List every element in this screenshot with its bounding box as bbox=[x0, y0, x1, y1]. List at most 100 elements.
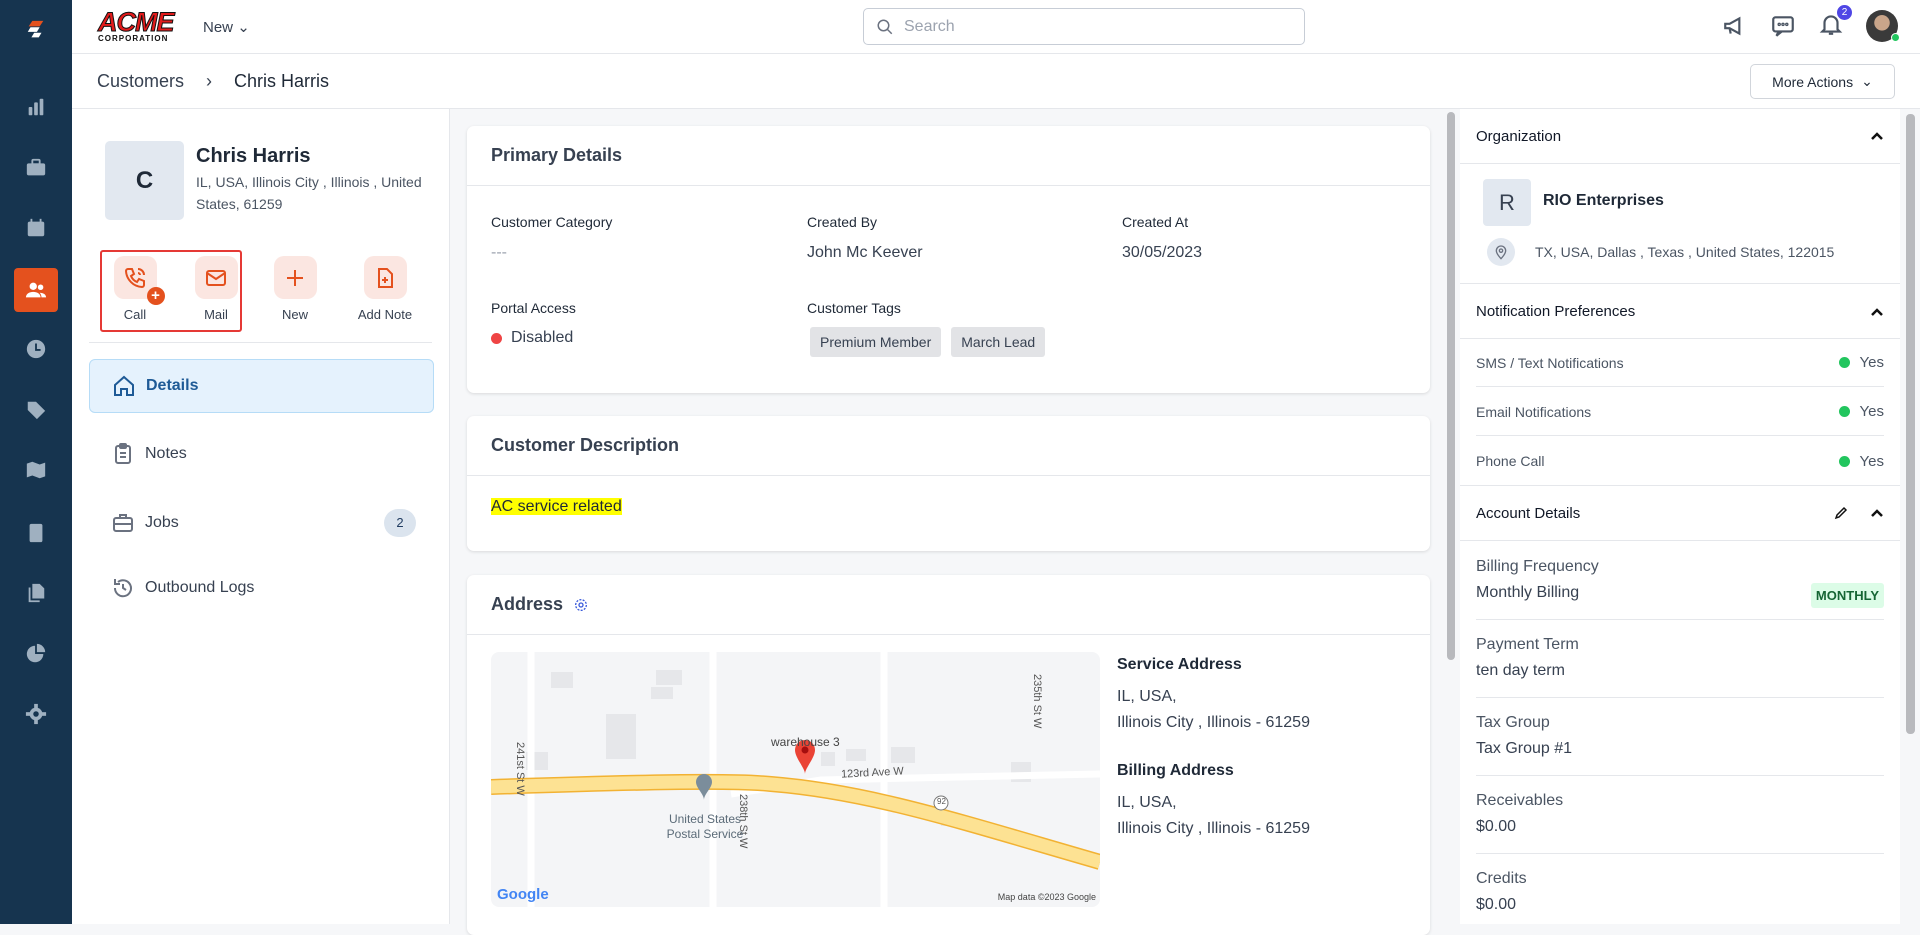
card-title: Primary Details bbox=[467, 126, 1430, 186]
mail-button[interactable]: Mail bbox=[176, 256, 256, 322]
account-label: Billing Frequency bbox=[1476, 558, 1599, 575]
account-label: Payment Term bbox=[1476, 636, 1579, 653]
created-at-value: 30/05/2023 bbox=[1122, 244, 1203, 261]
plus-badge-icon: + bbox=[146, 287, 165, 305]
customers-icon[interactable] bbox=[14, 268, 58, 312]
app-logo-icon[interactable] bbox=[14, 8, 58, 52]
file-plus-icon bbox=[378, 267, 393, 288]
account-label: Credits bbox=[1476, 870, 1527, 887]
breadcrumb-customers[interactable]: Customers bbox=[97, 71, 184, 92]
new-button[interactable]: New bbox=[255, 256, 335, 322]
section-title: Notification Preferences bbox=[1476, 303, 1636, 320]
calendar-icon[interactable] bbox=[14, 206, 58, 250]
card-title: Customer Description bbox=[467, 416, 1430, 476]
settings-gear-icon[interactable] bbox=[14, 692, 58, 736]
mail-label: Mail bbox=[204, 307, 228, 322]
account-value: $0.00 bbox=[1476, 818, 1517, 835]
notification-value: Yes bbox=[1859, 354, 1884, 371]
chevron-right-icon: › bbox=[206, 71, 213, 91]
announcement-megaphone-icon[interactable] bbox=[1722, 13, 1748, 39]
section-title: Account Details bbox=[1476, 504, 1581, 522]
field-label: Customer Category bbox=[491, 214, 613, 230]
account-row: Receivables $0.00 bbox=[1476, 776, 1884, 854]
notification-label: Phone Call bbox=[1476, 453, 1545, 469]
add-note-button[interactable]: Add Note bbox=[345, 256, 425, 322]
chevron-down-icon: ⌄ bbox=[237, 19, 250, 36]
new-label: New bbox=[281, 307, 308, 322]
address-line: Illinois City , Illinois - 61259 bbox=[1117, 820, 1310, 837]
notification-preferences-header[interactable]: Notification Preferences bbox=[1460, 284, 1900, 339]
field-label: Customer Tags bbox=[807, 300, 901, 316]
account-value: $0.00 bbox=[1476, 896, 1517, 913]
map-street-label: 235th St W bbox=[1031, 674, 1043, 729]
search-placeholder: Search bbox=[904, 17, 955, 35]
more-actions-button[interactable]: More Actions ⌄ bbox=[1750, 64, 1895, 99]
notification-row-phone: Phone Call Yes bbox=[1476, 437, 1884, 485]
portal-access-value: Disabled bbox=[511, 329, 574, 346]
side-panel-scrollbar[interactable] bbox=[1906, 114, 1915, 734]
reports-icon[interactable] bbox=[14, 85, 58, 129]
created-by-value: John Mc Keever bbox=[807, 244, 923, 261]
notification-value: Yes bbox=[1859, 403, 1884, 420]
nav-label: Details bbox=[146, 377, 199, 394]
documents-icon[interactable] bbox=[14, 571, 58, 615]
calculator-icon[interactable] bbox=[14, 511, 58, 555]
notification-value: Yes bbox=[1859, 452, 1884, 470]
map-icon[interactable] bbox=[14, 448, 58, 492]
address-map[interactable]: 241st St W 238th St W 235th St W 123rd A… bbox=[491, 652, 1100, 907]
address-card: Address 241st St W 238th St W 235th St W… bbox=[467, 575, 1430, 935]
tag-badge: Premium Member bbox=[810, 327, 942, 357]
organization-address: TX, USA, Dallas , Texas , United States,… bbox=[1535, 244, 1835, 260]
address-line: IL, USA, bbox=[1117, 688, 1177, 705]
section-title: Organization bbox=[1476, 127, 1562, 145]
chevron-up-icon bbox=[1871, 132, 1883, 140]
acme-logo[interactable]: ACME CORPORATION bbox=[98, 8, 175, 43]
status-dot bbox=[491, 332, 502, 344]
notification-badge: 2 bbox=[1837, 4, 1852, 20]
account-value: Tax Group #1 bbox=[1476, 740, 1573, 757]
map-street-label: 241st St W bbox=[514, 742, 526, 796]
search-input[interactable]: Search bbox=[863, 8, 1305, 45]
nav-jobs[interactable]: Jobs 2 bbox=[89, 496, 434, 550]
chevron-up-icon[interactable] bbox=[1870, 506, 1884, 520]
call-button[interactable]: + Call bbox=[95, 256, 175, 322]
account-row: Billing Frequency Monthly Billing MONTHLY bbox=[1476, 542, 1884, 620]
billing-address-label: Billing Address bbox=[1117, 762, 1234, 779]
notifications-button[interactable]: 2 bbox=[1818, 4, 1852, 42]
main-scrollbar[interactable] bbox=[1447, 112, 1455, 660]
customer-avatar: C bbox=[105, 141, 184, 220]
nav-label: Outbound Logs bbox=[145, 579, 255, 596]
account-value: ten day term bbox=[1476, 662, 1565, 679]
location-pin-icon bbox=[1487, 238, 1515, 266]
customer-tags: Premium Member March Lead bbox=[810, 327, 1055, 357]
nav-outbound-logs[interactable]: Outbound Logs bbox=[89, 561, 434, 615]
user-avatar[interactable] bbox=[1866, 10, 1900, 42]
portal-access-status: Disabled bbox=[491, 329, 573, 347]
status-dot bbox=[1838, 406, 1850, 417]
new-dropdown[interactable]: New ⌄ bbox=[203, 18, 250, 36]
address-line: Illinois City , Illinois - 61259 bbox=[1117, 714, 1310, 731]
chevron-up-icon bbox=[1871, 307, 1883, 316]
field-label: Created By bbox=[807, 214, 878, 230]
nav-details[interactable]: Details bbox=[89, 359, 434, 413]
details-side-panel: Organization R RIO Enterprises TX, USA, … bbox=[1460, 109, 1900, 924]
map-place-label: warehouse 3 bbox=[771, 735, 840, 749]
field-label: Portal Access bbox=[491, 300, 576, 316]
map-poi-label: United States Postal Service bbox=[666, 812, 744, 841]
clock-icon[interactable] bbox=[14, 327, 58, 371]
edit-pencil-icon[interactable] bbox=[1834, 506, 1848, 520]
gear-icon[interactable] bbox=[573, 597, 589, 613]
jobs-briefcase-icon[interactable] bbox=[14, 146, 58, 190]
account-label: Tax Group bbox=[1476, 714, 1550, 731]
organization-section: Organization R RIO Enterprises TX, USA, … bbox=[1460, 109, 1900, 284]
tag-icon[interactable] bbox=[14, 388, 58, 432]
breadcrumb: Customers › Chris Harris bbox=[97, 71, 329, 92]
add-note-label: Add Note bbox=[357, 307, 413, 322]
status-dot bbox=[1838, 455, 1850, 467]
organization-header[interactable]: Organization bbox=[1460, 109, 1900, 164]
chat-icon[interactable] bbox=[1770, 13, 1796, 39]
field-label: Created At bbox=[1122, 214, 1189, 230]
customer-name: Chris Harris bbox=[196, 145, 311, 167]
pie-chart-icon[interactable] bbox=[14, 632, 58, 676]
nav-notes[interactable]: Notes bbox=[89, 427, 434, 481]
